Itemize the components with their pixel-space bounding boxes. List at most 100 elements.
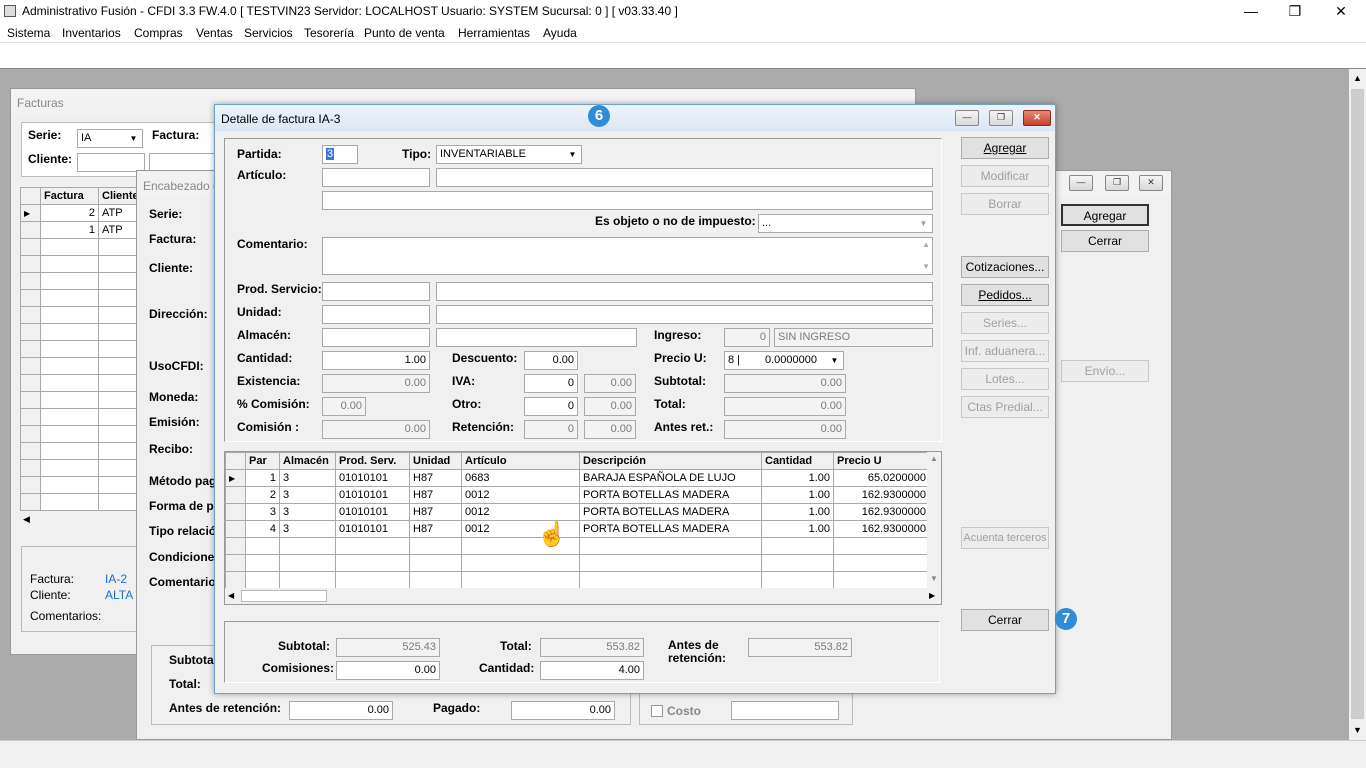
cerrar-button[interactable]: Cerrar	[961, 609, 1049, 631]
costo-field[interactable]	[731, 701, 839, 720]
detalle-close-icon[interactable]: ✕	[1023, 110, 1051, 126]
enc-envio-button[interactable]: Envío...	[1061, 360, 1149, 382]
acuenta-terceros-button[interactable]: Acuenta terceros	[961, 527, 1049, 549]
header-almacen[interactable]: Almacén	[279, 452, 336, 470]
enc-tipo-label: Tipo relació	[149, 524, 217, 538]
hscroll-thumb[interactable]	[241, 590, 327, 602]
agregar-button[interactable]: Agregar	[961, 137, 1049, 159]
scroll-up-icon[interactable]: ▲	[1353, 73, 1362, 83]
header-factura[interactable]: Factura	[40, 187, 99, 205]
encabezado-restore-icon[interactable]: ❐	[1105, 175, 1129, 191]
objeto-impuesto-select[interactable]: ... ▼	[758, 214, 933, 233]
articulo-name-input[interactable]	[436, 168, 933, 187]
precio-u-select[interactable]: 8 | 0.0000000 ▼	[724, 351, 844, 370]
facturas-grid[interactable]: Factura Cliente ▶ 2 ATP 1 ATP	[20, 187, 141, 511]
cotizaciones-button[interactable]: Cotizaciones...	[961, 256, 1049, 278]
info-factura-value[interactable]: IA-2	[105, 572, 127, 586]
enc-antes-field[interactable]: 0.00	[289, 701, 393, 720]
restore-icon[interactable]: ❐	[1272, 0, 1318, 22]
tipo-select[interactable]: INVENTARIABLE ▼	[436, 145, 582, 164]
header-cantidad[interactable]: Cantidad	[761, 452, 834, 470]
table-row[interactable]: 2 3 01010101 H87 0012 PORTA BOTELLAS MAD…	[225, 486, 930, 504]
menu-tesoreria[interactable]: Tesorería	[304, 26, 354, 40]
detalle-grid[interactable]: Par Almacén Prod. Serv. Unidad Artículo …	[225, 452, 930, 589]
facturas-hscroll[interactable]: ◀	[20, 511, 140, 527]
header-articulo[interactable]: Artículo	[461, 452, 580, 470]
detalle-grid-vscroll[interactable]: ▲ ▼	[927, 452, 941, 588]
descuento-input[interactable]: 0.00	[524, 351, 578, 370]
scroll-down-icon[interactable]: ▼	[930, 574, 938, 583]
header-par[interactable]: Par	[245, 452, 280, 470]
partida-field[interactable]: 3	[322, 145, 358, 164]
total-label: Total:	[654, 397, 686, 411]
costo-checkbox[interactable]	[651, 705, 663, 717]
almacen-code-input[interactable]	[322, 328, 430, 347]
info-comentarios-label: Comentarios:	[30, 609, 102, 623]
menu-ayuda[interactable]: Ayuda	[543, 26, 577, 40]
encabezado-close-icon[interactable]: ✕	[1139, 175, 1163, 191]
total-field: 0.00	[724, 397, 846, 416]
facturas-title: Facturas	[17, 96, 64, 110]
encabezado-minimize-icon[interactable]: —	[1069, 175, 1093, 191]
table-row[interactable]: 4 3 01010101 H87 0012 PORTA BOTELLAS MAD…	[225, 520, 930, 538]
menu-sistema[interactable]: Sistema	[7, 26, 50, 40]
enc-cerrar-button[interactable]: Cerrar	[1061, 230, 1149, 252]
menu-herramientas[interactable]: Herramientas	[458, 26, 530, 40]
scroll-thumb[interactable]	[1351, 89, 1364, 719]
header-prod-serv[interactable]: Prod. Serv.	[335, 452, 410, 470]
enc-pagado-field[interactable]: 0.00	[511, 701, 615, 720]
ingreso-text-field: SIN INGRESO	[774, 328, 933, 347]
menu-inventarios[interactable]: Inventarios	[62, 26, 121, 40]
scroll-left-icon[interactable]: ◀	[228, 591, 234, 600]
pedidos-button[interactable]: Pedidos...	[961, 284, 1049, 306]
table-row[interactable]: ▶ 2 ATP	[20, 204, 141, 222]
otro-value-field: 0.00	[584, 397, 636, 416]
scroll-up-icon[interactable]: ▲	[922, 240, 930, 249]
prod-servicio-code-input[interactable]	[322, 282, 430, 301]
cliente-input[interactable]	[77, 153, 145, 172]
table-row[interactable]: 1 ATP	[20, 221, 141, 239]
lotes-button[interactable]: Lotes...	[961, 368, 1049, 390]
articulo-desc-input[interactable]	[322, 191, 933, 210]
borrar-button[interactable]: Borrar	[961, 193, 1049, 215]
scroll-up-icon[interactable]: ▲	[930, 454, 938, 463]
serie-select[interactable]: IA ▼	[77, 129, 143, 148]
detalle-minimize-icon[interactable]: —	[955, 110, 979, 126]
scroll-down-icon[interactable]: ▼	[1353, 725, 1362, 735]
detalle-grid-hscroll[interactable]: ◀ ▶	[225, 588, 941, 604]
menu-compras[interactable]: Compras	[134, 26, 183, 40]
header-cliente[interactable]: Cliente	[98, 187, 141, 205]
series-button[interactable]: Series...	[961, 312, 1049, 334]
enc-agregar-button[interactable]: Agregar	[1061, 204, 1149, 226]
ctas-predial-button[interactable]: Ctas Predial...	[961, 396, 1049, 418]
unidad-code-input[interactable]	[322, 305, 430, 324]
hand-cursor-icon: ☝	[537, 521, 567, 548]
inf-aduanera-button[interactable]: Inf. aduanera...	[961, 340, 1049, 362]
menu-punto-de-venta[interactable]: Punto de venta	[364, 26, 445, 40]
scroll-down-icon[interactable]: ▼	[922, 262, 930, 271]
header-unidad[interactable]: Unidad	[409, 452, 462, 470]
almacen-desc-input[interactable]	[436, 328, 637, 347]
menu-ventas[interactable]: Ventas	[196, 26, 233, 40]
close-icon[interactable]: ✕	[1318, 0, 1364, 22]
detalle-restore-icon[interactable]: ❐	[989, 110, 1013, 126]
vertical-scrollbar[interactable]: ▲ ▼	[1349, 69, 1366, 740]
antes-ret-label: Antes ret.:	[654, 420, 714, 434]
table-row[interactable]: 3 3 01010101 H87 0012 PORTA BOTELLAS MAD…	[225, 503, 930, 521]
enc-subtotal-label: Subtotal	[169, 653, 217, 667]
app-title: Administrativo Fusión - CFDI 3.3 FW.4.0 …	[22, 4, 678, 18]
articulo-code-input[interactable]	[322, 168, 430, 187]
otro-pct-input[interactable]: 0	[524, 397, 578, 416]
scroll-right-icon[interactable]: ▶	[929, 591, 935, 600]
minimize-icon[interactable]: —	[1228, 0, 1274, 22]
comentario-textarea[interactable]: ▲ ▼	[322, 237, 933, 275]
unidad-desc-input[interactable]	[436, 305, 933, 324]
table-row[interactable]: ▶ 1 3 01010101 H87 0683 BARAJA ESPAÑOLA …	[225, 469, 930, 487]
header-descripcion[interactable]: Descripción	[579, 452, 762, 470]
modificar-button[interactable]: Modificar	[961, 165, 1049, 187]
iva-pct-input[interactable]: 0	[524, 374, 578, 393]
menu-servicios[interactable]: Servicios	[244, 26, 293, 40]
cantidad-input[interactable]: 1.00	[322, 351, 430, 370]
header-precio-u[interactable]: Precio U	[833, 452, 930, 470]
prod-servicio-desc-input[interactable]	[436, 282, 933, 301]
